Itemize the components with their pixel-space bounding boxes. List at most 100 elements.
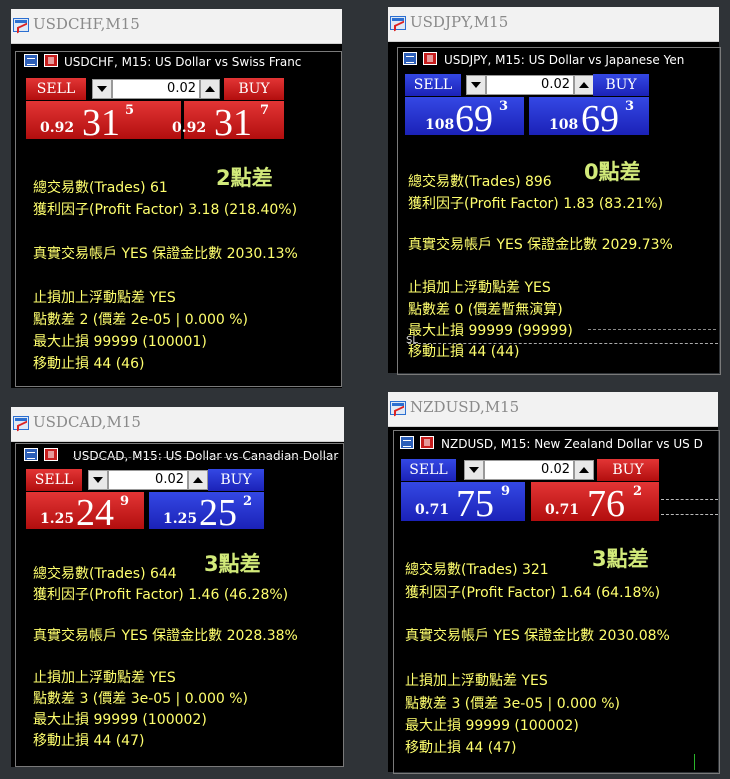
buy-price-big: 69: [581, 98, 619, 140]
buy-price-prefix: 1.25: [163, 511, 198, 527]
window-titlebar[interactable]: USDCAD,M15: [11, 407, 344, 442]
stat-profit-factor: 獲利因子(Profit Factor) 1.83 (83.21%): [408, 196, 664, 212]
stat-profit-factor: 獲利因子(Profit Factor) 1.46 (46.28%): [33, 587, 289, 603]
stat-max-stop-loss: 最大止損 99999 (99999): [408, 323, 573, 339]
buy-price-pip: 3: [625, 99, 635, 114]
sell-price-prefix: 0.92: [40, 120, 75, 136]
lot-decrease-dropdown[interactable]: [92, 79, 112, 99]
indicator-list-icon[interactable]: [400, 436, 414, 449]
stat-trades: 總交易數(Trades) 896: [408, 174, 552, 190]
buy-price-pip: 2: [243, 494, 253, 509]
lot-decrease-dropdown[interactable]: [466, 75, 486, 95]
buy-price-prefix: 108: [549, 117, 579, 133]
window-title: USDJPY,M15: [410, 13, 509, 31]
buy-price-box[interactable]: 0.71 76 2: [531, 482, 659, 525]
lot-increase-button[interactable]: [188, 470, 208, 490]
lot-size-input[interactable]: 0.02: [486, 75, 574, 95]
green-candle-wick: [694, 754, 695, 770]
lot-decrease-dropdown[interactable]: [464, 460, 484, 480]
stat-profit-factor: 獲利因子(Profit Factor) 1.64 (64.18%): [405, 585, 661, 601]
lot-increase-button[interactable]: [200, 79, 220, 99]
expert-advisor-icon[interactable]: [423, 52, 437, 65]
window-title: USDCHF,M15: [33, 15, 140, 33]
window-title: NZDUSD,M15: [410, 398, 520, 416]
stat-trailing-stop: 移動止損 44 (47): [33, 733, 145, 749]
sell-price-box[interactable]: 1.25 24 9: [26, 492, 144, 534]
chart-window-usdcad[interactable]: USDCAD,M15 USDCAD, M15: US Dollar vs Can…: [11, 407, 344, 767]
sell-price-prefix: 108: [425, 117, 455, 133]
buy-button[interactable]: BUY: [224, 78, 284, 100]
stat-max-stop-loss: 最大止損 99999 (100001): [33, 334, 207, 350]
window-titlebar[interactable]: USDJPY,M15: [388, 7, 719, 42]
window-titlebar[interactable]: NZDUSD,M15: [388, 392, 718, 427]
stat-real-account: 真實交易帳戶 YES 保證金比數 2030.08%: [405, 628, 670, 644]
window-title: USDCAD,M15: [33, 413, 141, 431]
stat-floating-spread: 止損加上浮動點差 YES: [33, 290, 176, 306]
lot-size-input[interactable]: 0.02: [112, 79, 200, 99]
buy-price-box[interactable]: 1.25 25 2: [149, 492, 264, 534]
window-titlebar[interactable]: USDCHF,M15: [11, 9, 342, 44]
stat-point-diff: 點數差 0 (價差暫無演算): [408, 302, 563, 318]
lot-decrease-dropdown[interactable]: [88, 470, 108, 490]
lot-increase-button[interactable]: [574, 75, 594, 95]
chart-window-usdjpy[interactable]: USDJPY,M15 USDJPY, M15: US Dollar vs Jap…: [388, 7, 721, 375]
buy-button[interactable]: BUY: [597, 459, 659, 481]
expert-advisor-icon[interactable]: [420, 436, 434, 449]
sell-price-big: 75: [456, 483, 494, 525]
buy-price-big: 25: [199, 492, 237, 534]
buy-price-pip: 7: [260, 103, 270, 118]
lot-size-input[interactable]: 0.02: [108, 470, 188, 490]
buy-button[interactable]: BUY: [593, 74, 649, 96]
chart-window-usdchf[interactable]: USDCHF,M15 USDCHF, M15: US Dollar vs Swi…: [11, 9, 342, 388]
stat-trades: 總交易數(Trades) 644: [33, 566, 177, 582]
chart-header-text: NZDUSD, M15: New Zealand Dollar vs US D: [441, 437, 703, 451]
sell-price-box[interactable]: 0.92 31 5: [26, 101, 181, 142]
chart-window-icon: [390, 401, 406, 415]
sell-button[interactable]: SELL: [26, 78, 86, 100]
buy-price-box[interactable]: 108 69 3: [529, 97, 649, 140]
sell-price-big: 24: [76, 492, 114, 534]
buy-price-pip: 2: [633, 484, 643, 499]
price-level-line: [661, 514, 718, 515]
buy-button[interactable]: BUY: [208, 469, 264, 491]
lot-size-input[interactable]: 0.02: [484, 460, 574, 480]
price-level-line: [661, 499, 718, 500]
chart-header-text: USDJPY, M15: US Dollar vs Japanese Yen: [444, 53, 685, 67]
stat-max-stop-loss: 最大止損 99999 (100002): [33, 712, 207, 728]
buy-price-box[interactable]: 0.92 31 7: [172, 101, 284, 142]
stat-floating-spread: 止損加上浮動點差 YES: [33, 670, 176, 686]
indicator-list-icon[interactable]: [24, 448, 38, 461]
stat-floating-spread: 止損加上浮動點差 YES: [405, 673, 548, 689]
sell-price-pip: 9: [501, 484, 511, 499]
indicator-list-icon[interactable]: [24, 54, 38, 67]
stat-trades: 總交易數(Trades) 61: [33, 180, 168, 196]
expert-advisor-icon[interactable]: [44, 54, 58, 67]
stat-trailing-stop: 移動止損 44 (47): [405, 740, 517, 756]
stat-real-account: 真實交易帳戶 YES 保證金比數 2029.73%: [408, 237, 673, 253]
stat-point-diff: 點數差 3 (價差 3e-05 | 0.000 %): [33, 691, 249, 707]
spread-annotation: 3點差: [592, 547, 649, 571]
indicator-list-icon[interactable]: [403, 52, 417, 65]
chart-header-text: USDCHF, M15: US Dollar vs Swiss Franc: [64, 55, 302, 69]
buy-price-prefix: 0.71: [545, 502, 580, 518]
stat-trailing-stop: 移動止損 44 (46): [33, 356, 145, 372]
sell-price-pip: 3: [499, 99, 509, 114]
stat-max-stop-loss: 最大止損 99999 (100002): [405, 718, 579, 734]
stat-real-account: 真實交易帳戶 YES 保證金比數 2028.38%: [33, 628, 298, 644]
sell-price-box[interactable]: 108 69 3: [405, 97, 524, 138]
sell-button[interactable]: SELL: [405, 74, 461, 96]
buy-price-big: 76: [587, 483, 625, 525]
stat-real-account: 真實交易帳戶 YES 保證金比數 2030.13%: [33, 246, 298, 262]
stat-trades: 總交易數(Trades) 321: [405, 562, 549, 578]
expert-advisor-icon[interactable]: [44, 448, 58, 461]
stat-profit-factor: 獲利因子(Profit Factor) 3.18 (218.40%): [33, 202, 298, 218]
price-level-line: [588, 329, 716, 330]
lot-increase-button[interactable]: [574, 460, 594, 480]
sell-price-box[interactable]: 0.71 75 9: [401, 482, 525, 525]
chart-window-nzdusd[interactable]: NZDUSD,M15 NZDUSD, M15: New Zealand Doll…: [388, 392, 720, 774]
chart-window-icon: [13, 18, 29, 32]
sell-button[interactable]: SELL: [401, 459, 456, 481]
sell-button[interactable]: SELL: [26, 469, 82, 491]
chart-window-icon: [13, 416, 29, 430]
chart-window-icon: [390, 16, 406, 30]
